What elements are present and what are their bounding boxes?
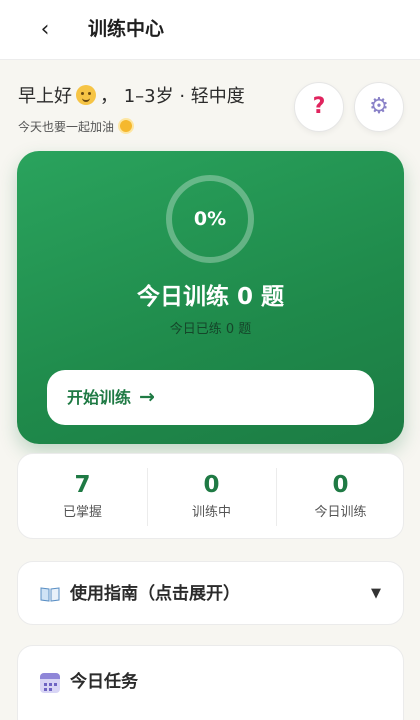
today-tasks-title: 今日任务 xyxy=(70,672,138,692)
daily-training-card: 0% 今日训练 0 题 今日已练 0 题 开始训练 → xyxy=(17,151,404,444)
smiling-face-icon xyxy=(76,85,96,105)
child-profile: 1–3岁 · 轻中度 xyxy=(123,86,245,107)
back-button[interactable]: ‹ xyxy=(32,14,58,46)
stat-in-training: 0 训练中 xyxy=(147,454,276,540)
question-mark-icon: ? xyxy=(312,94,326,119)
gear-icon: ⚙ xyxy=(369,94,389,119)
stat-value: 0 xyxy=(203,472,220,498)
help-button[interactable]: ? xyxy=(294,82,344,132)
progress-ring: 0% xyxy=(166,175,254,263)
stat-mastered: 7 已掌握 xyxy=(18,454,147,540)
start-training-button[interactable]: 开始训练 → xyxy=(47,370,374,425)
usage-guide-toggle[interactable]: 使用指南（点击展开） ▼ xyxy=(17,561,404,625)
open-book-icon xyxy=(40,587,60,602)
stat-label: 今日训练 xyxy=(314,505,367,520)
greeting-separator: ， xyxy=(100,86,118,107)
today-tasks-card: 今日任务 xyxy=(17,645,404,720)
calendar-icon xyxy=(40,673,60,693)
progress-percent: 0% xyxy=(193,208,227,230)
greeting-line: 早上好 ， 1–3岁 · 轻中度 xyxy=(18,84,245,110)
stat-value: 0 xyxy=(332,472,349,498)
stat-today: 0 今日训练 xyxy=(276,454,405,540)
stat-label: 已掌握 xyxy=(62,505,102,520)
page-title: 训练中心 xyxy=(88,18,165,40)
start-training-label: 开始训练 xyxy=(67,388,132,407)
top-bar: ‹ 训练中心 xyxy=(0,0,420,60)
sun-icon xyxy=(120,120,133,132)
usage-guide-label: 使用指南（点击展开） xyxy=(70,584,240,604)
arrow-right-icon: → xyxy=(139,386,155,408)
chevron-down-icon: ▼ xyxy=(371,586,381,601)
stat-value: 7 xyxy=(74,472,91,498)
greeting-hello: 早上好 xyxy=(18,86,72,107)
daily-practiced-count: 今日已练 0 题 xyxy=(169,322,252,337)
encouragement-text: 今天也要一起加油 xyxy=(18,120,115,134)
encouragement-line: 今天也要一起加油 xyxy=(18,118,133,136)
stats-panel: 7 已掌握 0 训练中 0 今日训练 xyxy=(17,453,404,539)
stat-label: 训练中 xyxy=(191,505,231,520)
settings-button[interactable]: ⚙ xyxy=(354,82,404,132)
daily-training-title: 今日训练 0 题 xyxy=(136,284,285,310)
